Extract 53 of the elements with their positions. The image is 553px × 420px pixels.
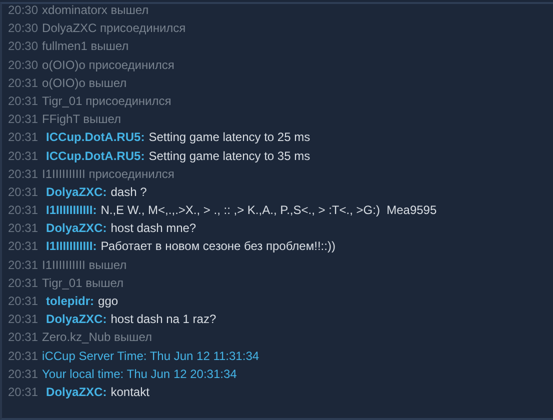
event-text: Zero.kz_Nub вышел xyxy=(42,329,152,346)
message-text: host dash mne? xyxy=(110,220,196,238)
timestamp: 20:31 xyxy=(8,92,38,110)
sender-name: DolyaZXC: xyxy=(46,384,107,401)
timestamp: 20:31 xyxy=(8,384,38,401)
timestamp: 20:31 xyxy=(8,311,38,328)
event-text: I1IIIIIIIIII вышел xyxy=(42,256,127,274)
timestamp: 20:30 xyxy=(8,56,38,74)
timestamp: 20:31 xyxy=(8,220,38,238)
timestamp: 20:31 xyxy=(8,202,38,220)
system-message: Your local time: Thu Jun 12 20:31:34 xyxy=(42,366,237,383)
event-text: I1IIIIIIIIII присоединился xyxy=(42,166,174,183)
event-text: DolyaZXC присоединился xyxy=(42,20,186,38)
message-text: ggo xyxy=(98,293,118,310)
message-text: N.,E W., M<,.,.>X., > ., :: ,> K.,A., P.,S<., > :T<., >G:) Mea9595 xyxy=(100,202,437,220)
sender-name: I1IIIIIIIIIII: xyxy=(46,202,97,220)
timestamp: 20:31 xyxy=(8,329,38,346)
event-text: xdominatorx вышел xyxy=(42,4,149,19)
system-message: iCCup Server Time: Thu Jun 12 11:31:34 xyxy=(42,348,260,365)
timestamp: 20:31 xyxy=(8,111,38,128)
event-text: fullmen1 вышел xyxy=(42,38,129,56)
timestamp: 20:31 xyxy=(8,166,38,183)
timestamp: 20:31 xyxy=(8,148,38,164)
message-text: host dash na 1 raz? xyxy=(110,311,216,328)
timestamp: 20:31 xyxy=(8,74,38,92)
message-text: dash ? xyxy=(110,184,147,201)
message-text: Работает в новом сезоне без проблем!!::)) xyxy=(100,238,336,256)
timestamp: 20:31 xyxy=(8,293,38,310)
timestamp: 20:31 xyxy=(8,274,38,292)
timestamp: 20:30 xyxy=(8,38,38,56)
sender-name: DolyaZXC: xyxy=(46,311,107,328)
timestamp: 20:31 xyxy=(8,348,38,365)
message-text: Setting game latency to 35 ms xyxy=(148,148,310,164)
timestamp: 20:31 xyxy=(8,366,38,383)
sender-name: ICCup.DotA.RU5: xyxy=(46,148,145,164)
sender-name: ICCup.DotA.RU5: xyxy=(46,129,145,146)
sender-name: DolyaZXC: xyxy=(46,184,107,201)
timestamp: 20:31 xyxy=(8,256,38,274)
timestamp: 20:31 xyxy=(8,129,38,146)
sender-name: I1IIIIIIIIIII: xyxy=(46,238,97,256)
event-text: o(OIO)o присоединился xyxy=(42,56,174,74)
timestamp: 20:30 xyxy=(8,4,38,19)
message-text: kontakt xyxy=(110,384,150,401)
event-text: o(OIO)o вышел xyxy=(42,74,127,92)
timestamp: 20:31 xyxy=(8,238,38,256)
event-text: Tigr_01 присоединился xyxy=(42,92,172,110)
sender-name: DolyaZXC: xyxy=(46,220,107,238)
message-text: Setting game latency to 25 ms xyxy=(148,129,310,146)
event-text: Tigr_01 вышел xyxy=(42,274,124,292)
timestamp: 20:31 xyxy=(8,184,38,201)
event-text: FFighT вышел xyxy=(42,111,122,128)
timestamp: 20:30 xyxy=(8,20,38,38)
sender-name: tolepidr: xyxy=(46,293,94,310)
